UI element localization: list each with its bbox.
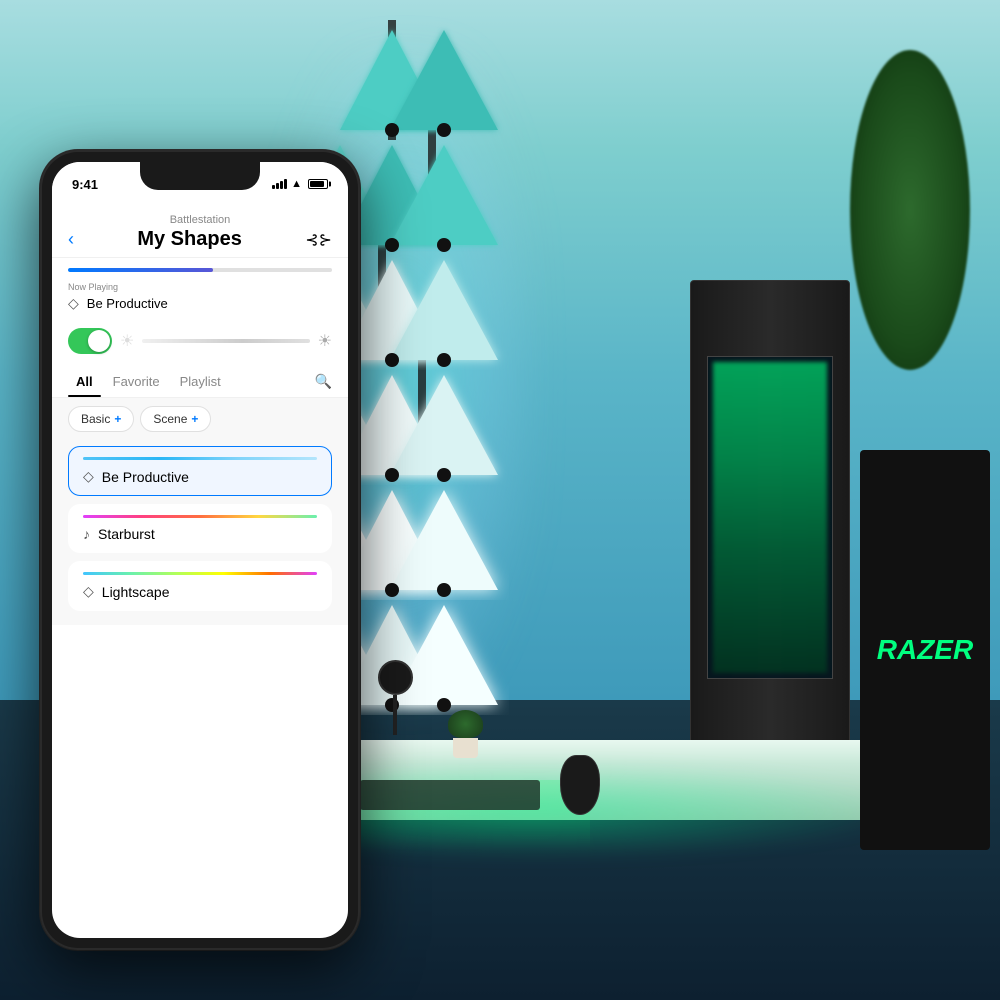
signal-bar-3 [280, 181, 283, 189]
filter-basic[interactable]: Basic + [68, 406, 134, 432]
scene-name-starburst: Starburst [98, 526, 155, 542]
battery-fill [310, 181, 324, 187]
filter-basic-label: Basic [81, 412, 110, 426]
scene-name-lightscape: Lightscape [102, 584, 170, 600]
signal-bar-1 [272, 185, 275, 189]
scene-color-bar-lightscape [83, 572, 317, 575]
razer-stand: RAZER [860, 450, 990, 850]
status-time: 9:41 [72, 177, 98, 192]
search-icon[interactable]: 🔍 [315, 373, 332, 390]
filter-row: Basic + Scene + [52, 398, 348, 440]
webcam-body [378, 660, 413, 695]
scene-icon-lightscape: ◇ [83, 583, 94, 600]
tab-playlist[interactable]: Playlist [172, 370, 229, 393]
scene-item-lightscape[interactable]: ◇ Lightscape [68, 561, 332, 611]
controls-row: ☀ ☀ [52, 320, 348, 362]
scene-icon-starburst: ♪ [83, 526, 90, 542]
progress-bar-fill [68, 268, 213, 272]
pc-tower [690, 280, 850, 780]
app-title: My Shapes [74, 228, 305, 251]
plant-pot [453, 738, 478, 758]
filter-scene[interactable]: Scene + [140, 406, 211, 432]
razer-logo-text: RAZER [877, 634, 973, 666]
mouse [560, 755, 600, 815]
toggle-thumb [88, 330, 110, 352]
plant-leaves [448, 710, 483, 738]
phone-mockup: 9:41 ▲ [40, 150, 360, 950]
scene-item-be-productive[interactable]: ◇ Be Productive [68, 446, 332, 496]
scene-icon-be-productive: ◇ [83, 468, 94, 485]
large-plant-leaves [850, 50, 970, 370]
filter-basic-plus[interactable]: + [114, 412, 121, 426]
tab-all[interactable]: All [68, 370, 101, 393]
signal-bar-4 [284, 179, 287, 189]
progress-bar-container [68, 268, 332, 272]
brightness-low-icon: ☀ [120, 331, 134, 351]
signal-bars [272, 179, 287, 189]
app-header: Battlestation ‹ My Shapes ⊰⊱ [52, 206, 348, 258]
keyboard [360, 780, 540, 810]
wifi-icon: ▲ [291, 178, 302, 190]
status-icons: ▲ [272, 178, 328, 190]
scene-color-bar-starburst [83, 515, 317, 518]
now-playing-label: Now Playing [68, 282, 332, 292]
scene-list: ◇ Be Productive ♪ Starburst [52, 440, 348, 625]
app-title-row: ‹ My Shapes ⊰⊱ [68, 228, 332, 251]
adjust-icon[interactable]: ⊰⊱ [305, 230, 332, 250]
signal-bar-2 [276, 183, 279, 189]
power-toggle[interactable] [68, 328, 112, 354]
phone-notch [140, 162, 260, 190]
tab-bar: All Favorite Playlist 🔍 [52, 362, 348, 398]
pc-rgb-lighting [713, 362, 827, 674]
now-playing-row: ◇ Be Productive [68, 295, 332, 312]
phone-screen: 9:41 ▲ [52, 162, 348, 938]
scene-item-row: ◇ Be Productive [83, 468, 317, 485]
tab-favorite[interactable]: Favorite [105, 370, 168, 393]
large-plant [850, 50, 970, 450]
pc-window [707, 356, 833, 680]
now-playing-scene-icon: ◇ [68, 295, 79, 312]
succulent-plant [440, 710, 490, 790]
filter-scene-label: Scene [153, 412, 187, 426]
scene-container: RAZER 9:41 [0, 0, 1000, 1000]
webcam-stand-area [370, 660, 420, 780]
scene-item-row-lightscape: ◇ Lightscape [83, 583, 317, 600]
scene-name-be-productive: Be Productive [102, 469, 189, 485]
now-playing-section: Now Playing ◇ Be Productive [52, 258, 348, 320]
app-breadcrumb: Battlestation [68, 214, 332, 226]
brightness-high-icon: ☀ [318, 331, 332, 351]
filter-scene-plus[interactable]: + [191, 412, 198, 426]
webcam-stand [393, 695, 397, 735]
brightness-slider[interactable] [142, 339, 309, 343]
now-playing-name: Be Productive [87, 296, 168, 311]
phone-frame: 9:41 ▲ [40, 150, 360, 950]
scene-item-starburst[interactable]: ♪ Starburst [68, 504, 332, 553]
scene-color-bar-be-productive [83, 457, 317, 460]
scene-item-row-starburst: ♪ Starburst [83, 526, 317, 542]
battery-icon [308, 179, 328, 189]
